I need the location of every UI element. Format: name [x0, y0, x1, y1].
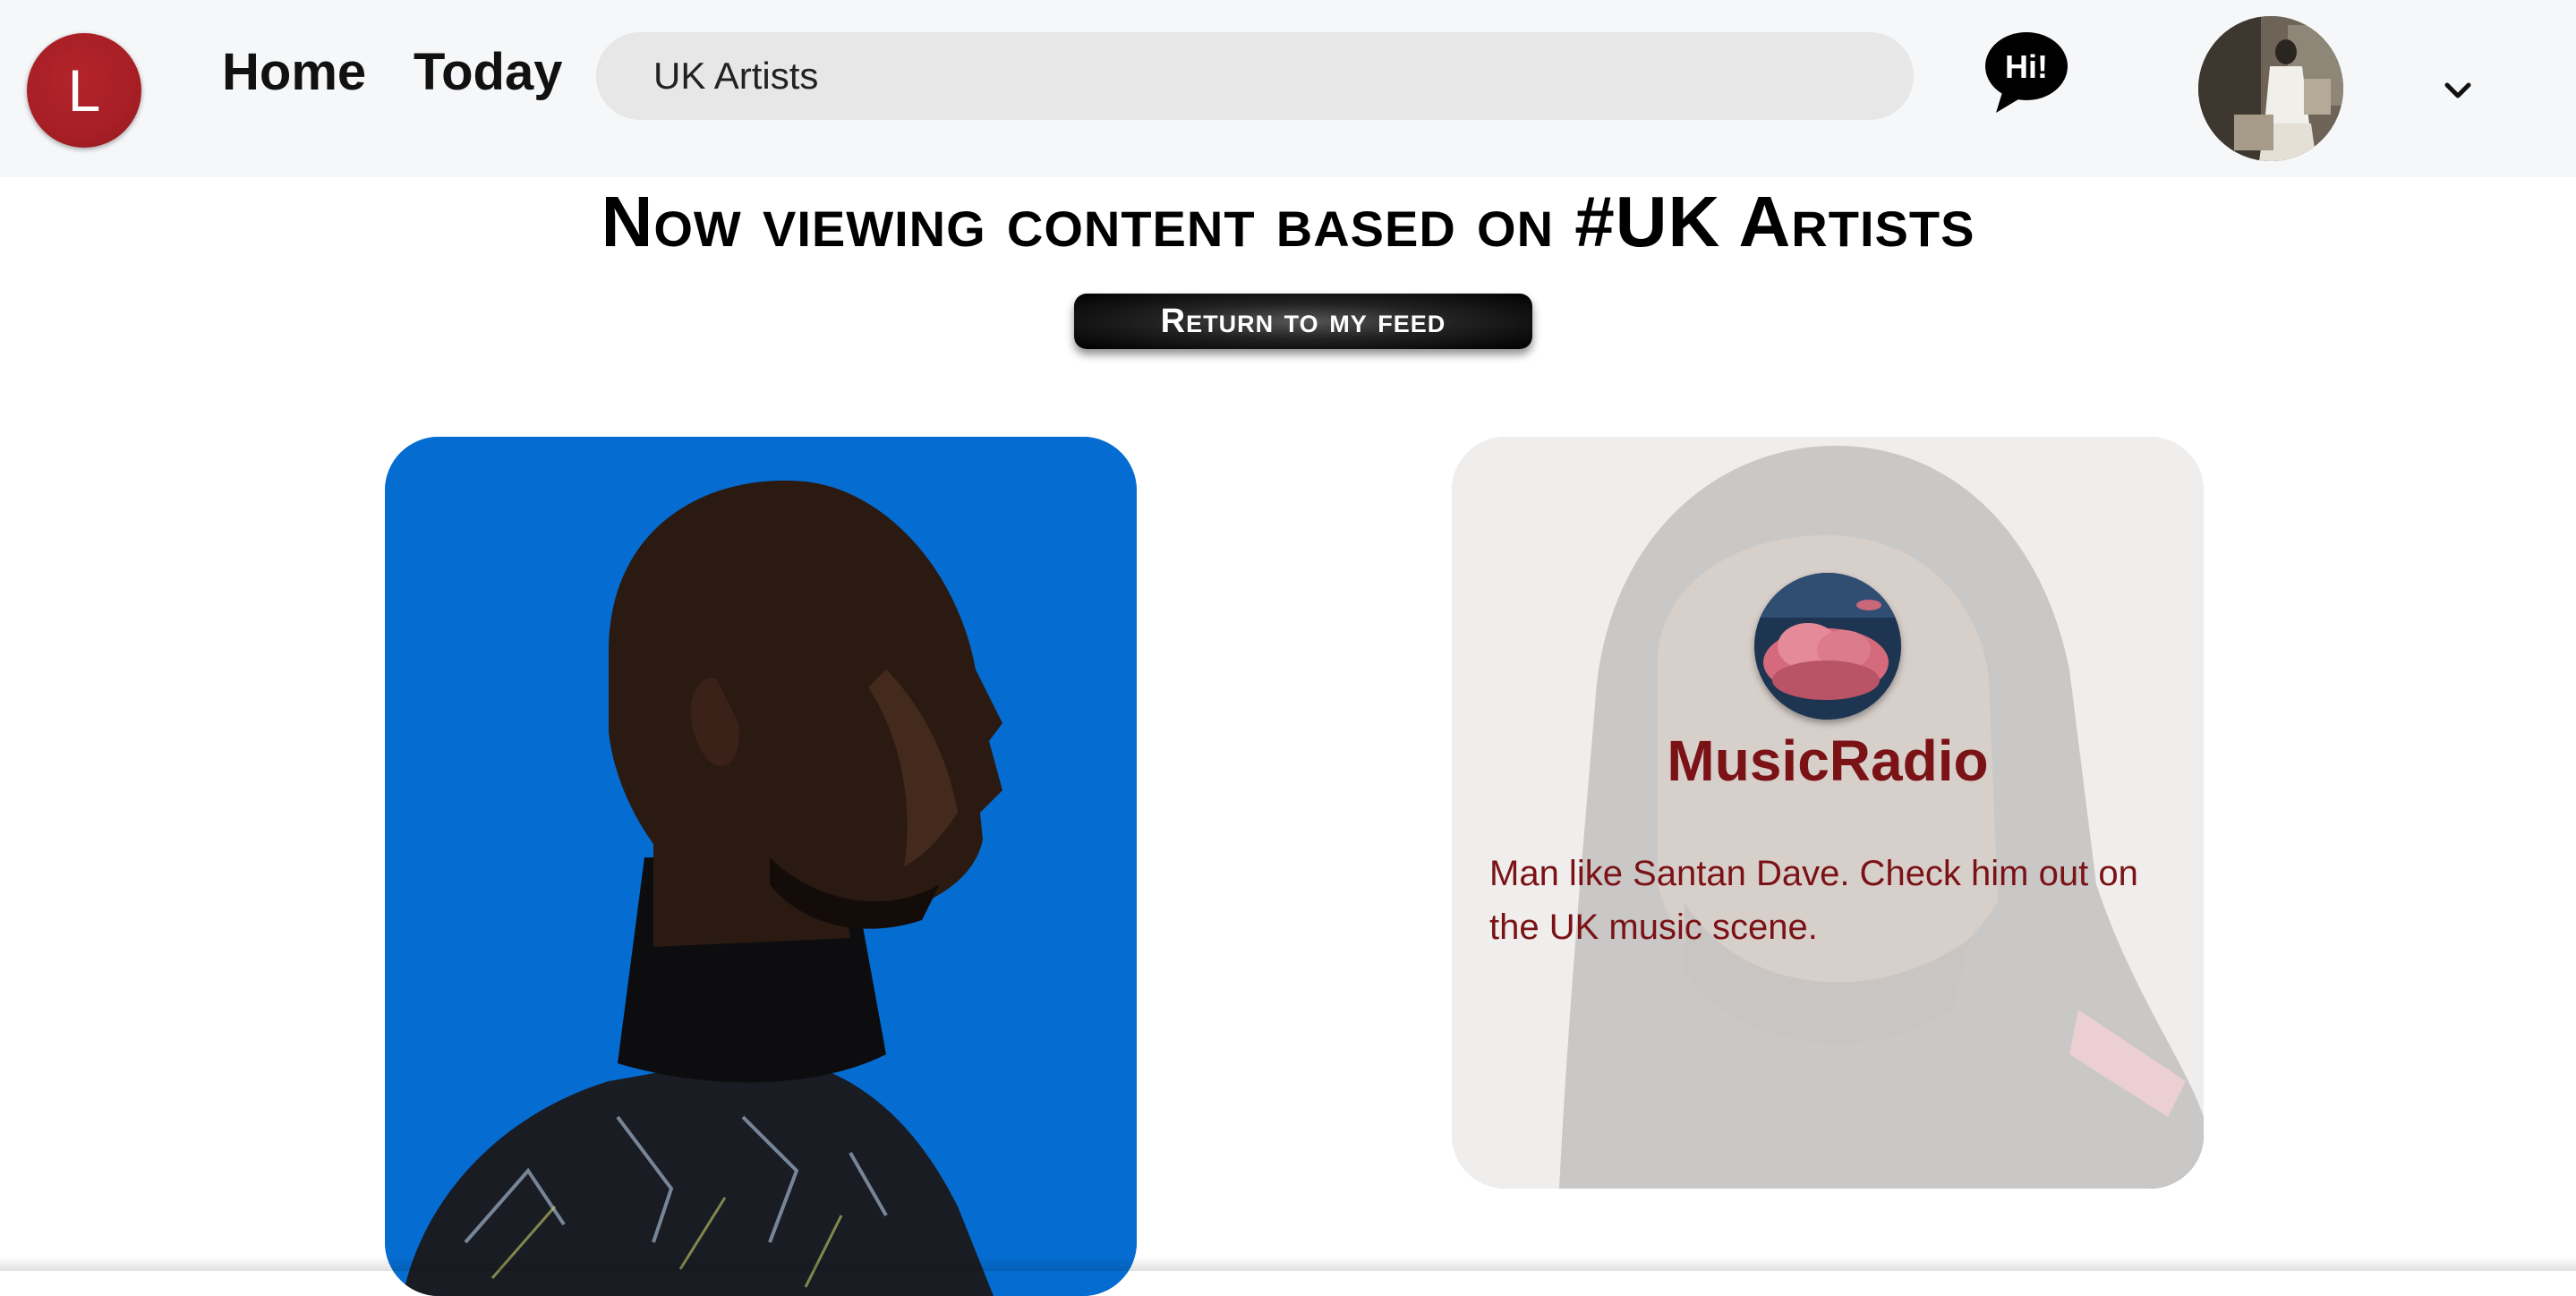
logo-letter: L	[67, 57, 101, 124]
pink-cloud-photo	[1754, 573, 1901, 720]
channel-name[interactable]: MusicRadio	[1452, 727, 2204, 795]
card-overlay	[1452, 437, 2204, 1189]
hi-messages-button[interactable]: Hi!	[1983, 30, 2073, 116]
profile-portrait-photo	[385, 437, 1137, 1296]
profile-avatar[interactable]	[2198, 16, 2343, 161]
account-menu-toggle[interactable]	[2440, 77, 2476, 104]
channel-avatar[interactable]	[1754, 573, 1901, 720]
chevron-down-icon	[2444, 82, 2471, 98]
nav-today-link[interactable]: Today	[414, 41, 563, 104]
search-input[interactable]	[596, 32, 1914, 120]
pin-card-text-post[interactable]: MusicRadio Man like Santan Dave. Check h…	[1452, 437, 2204, 1189]
nav-home-link[interactable]: Home	[222, 41, 366, 104]
post-description: Man like Santan Dave. Check him out on t…	[1489, 854, 2138, 947]
speech-bubble-icon: Hi!	[1985, 32, 2068, 113]
hi-label: Hi!	[2005, 48, 2048, 85]
pin-card-portrait[interactable]	[385, 437, 1137, 1296]
page-title: Now viewing content based on #UK Artists	[601, 182, 1975, 261]
return-to-feed-button[interactable]: Return to my feed	[1074, 294, 1532, 349]
avatar-photo	[2198, 16, 2343, 161]
scroll-shadow	[0, 1257, 2576, 1271]
app-logo[interactable]: L	[27, 33, 141, 148]
top-navigation-bar: L Home Today Hi!	[0, 0, 2576, 177]
